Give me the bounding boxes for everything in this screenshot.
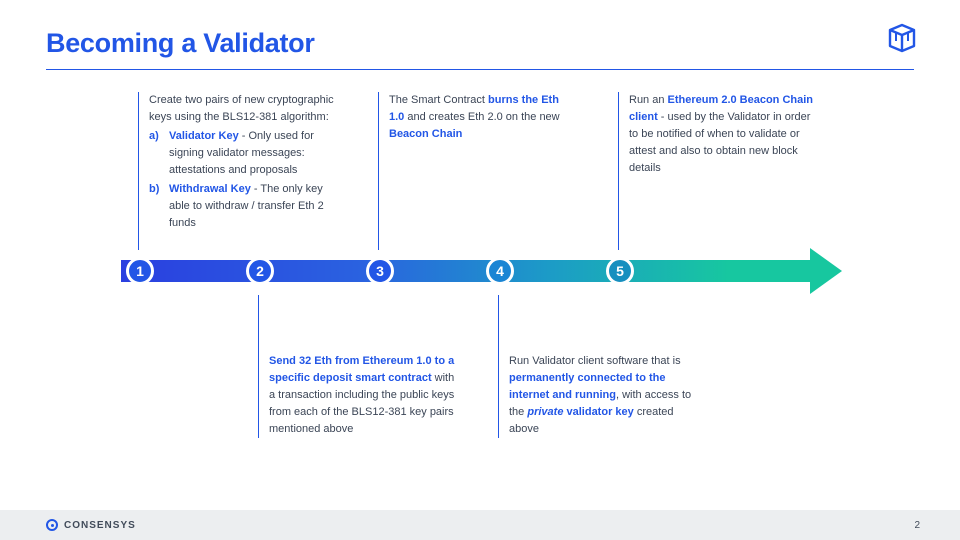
step-4-hl3: validator key [567, 406, 634, 418]
step-marker-2: 2 [246, 257, 274, 285]
brand-dot-icon [46, 519, 58, 531]
step-3-text: The Smart Contract burns the Eth 1.0 and… [378, 92, 576, 250]
step-5-text: Run an Ethereum 2.0 Beacon Chain client … [618, 92, 816, 250]
footer-brand: CONSENSYS [46, 519, 136, 531]
step-3-pre: The Smart Contract [389, 94, 488, 106]
step-5-pre: Run an [629, 94, 668, 106]
step-1-intro: Create two pairs of new cryptographic ke… [149, 94, 334, 123]
page-number: 2 [914, 520, 920, 531]
box-logo-icon [884, 20, 920, 56]
timeline-canvas: 1 2 3 4 5 Create two pairs of new crypto… [46, 70, 914, 470]
step-marker-5: 5 [606, 257, 634, 285]
brand-name: CONSENSYS [64, 520, 136, 531]
step-1-text: Create two pairs of new cryptographic ke… [138, 92, 336, 250]
step-1-b-key: Withdrawal Key [169, 183, 251, 195]
page-title: Becoming a Validator [46, 28, 315, 59]
step-3-mid: and creates Eth 2.0 on the new [404, 111, 559, 123]
timeline-arrow-bar [121, 260, 811, 282]
step-2-text: Send 32 Eth from Ethereum 1.0 to a speci… [258, 295, 456, 438]
step-1-a-key: Validator Key [169, 130, 239, 142]
timeline-arrow-head [810, 248, 842, 294]
step-4-pre: Run Validator client software that is [509, 355, 681, 367]
footer: CONSENSYS 2 [0, 510, 960, 540]
step-2-hl: Send 32 Eth from Ethereum 1.0 to a speci… [269, 355, 454, 384]
step-marker-3: 3 [366, 257, 394, 285]
step-4-text: Run Validator client software that is pe… [498, 295, 696, 438]
step-marker-4: 4 [486, 257, 514, 285]
step-4-hl2: private [527, 406, 563, 418]
step-marker-1: 1 [126, 257, 154, 285]
step-3-hl2: Beacon Chain [389, 128, 462, 140]
step-1-b-label: b) [149, 181, 159, 198]
step-1-a-label: a) [149, 128, 159, 145]
